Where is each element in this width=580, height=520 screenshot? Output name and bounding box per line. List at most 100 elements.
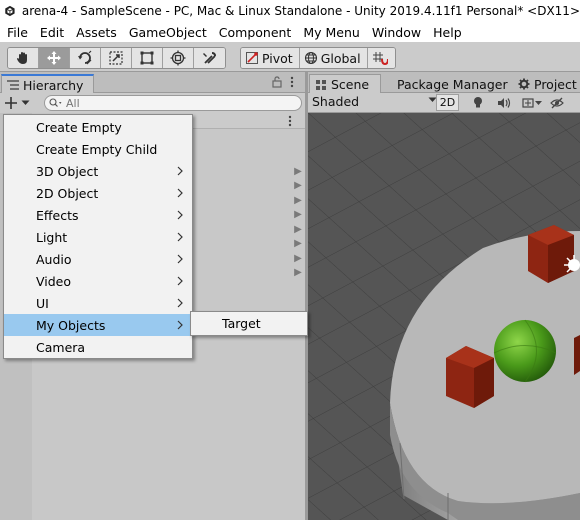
speaker-icon — [498, 97, 511, 108]
custom-tool-button[interactable] — [194, 48, 225, 68]
menu-my-menu[interactable]: My Menu — [297, 25, 365, 40]
2d-mode-label: 2D — [439, 96, 456, 109]
rect-tool-icon — [140, 51, 154, 65]
chevron-right-icon — [177, 210, 183, 220]
player-sphere — [494, 320, 556, 382]
menu-item-label: Create Empty Child — [36, 141, 158, 157]
menu-edit[interactable]: Edit — [34, 25, 70, 40]
menu-item-3d-object[interactable]: 3D Object — [4, 160, 192, 182]
visibility-toggle[interactable] — [550, 94, 564, 111]
menu-item-camera[interactable]: Camera — [4, 336, 192, 358]
menu-item-label: Video — [36, 273, 72, 289]
title-bar: arena-4 - SampleScene - PC, Mac & Linux … — [0, 0, 580, 22]
audio-toggle[interactable] — [494, 94, 514, 111]
move-tool-icon — [47, 51, 61, 65]
menu-item-label: Target — [222, 316, 261, 331]
menu-file[interactable]: File — [0, 25, 34, 40]
my-objects-submenu: Target — [190, 311, 308, 336]
menu-item-label: Camera — [36, 339, 86, 355]
scene-options-icon[interactable] — [288, 115, 292, 127]
menu-item-2d-object[interactable]: 2D Object — [4, 182, 192, 204]
menu-component[interactable]: Component — [213, 25, 298, 40]
expand-arrow-icon[interactable]: ▶ — [293, 251, 303, 266]
chevron-right-icon — [177, 188, 183, 198]
menu-help[interactable]: Help — [427, 25, 468, 40]
lighting-toggle[interactable] — [468, 94, 488, 111]
menu-item-my-objects[interactable]: My Objects — [4, 314, 192, 336]
create-dropdown-button[interactable] — [4, 95, 34, 111]
menu-item-label: My Objects — [36, 317, 106, 333]
target-cube-2 — [446, 346, 494, 408]
hand-tool-button[interactable] — [8, 48, 39, 68]
snap-settings-button[interactable] — [367, 48, 395, 68]
menu-item-create-empty[interactable]: Create Empty — [4, 116, 192, 138]
effects-dropdown[interactable] — [520, 94, 544, 111]
transform-tool-icon — [170, 50, 186, 66]
rect-tool-button[interactable] — [132, 48, 163, 68]
tab-package-manager[interactable]: Package Manager — [388, 74, 516, 94]
menu-item-label: Create Empty — [36, 119, 122, 135]
menu-item-light[interactable]: Light — [4, 226, 192, 248]
effects-icon — [522, 97, 542, 108]
package-manager-tab-label: Package Manager — [397, 76, 508, 92]
shading-mode-dropdown[interactable]: Shaded — [312, 94, 359, 109]
scene-toolbar: Shaded 2D — [308, 93, 580, 113]
chevron-right-icon — [177, 298, 183, 308]
hierarchy-options-icon[interactable] — [290, 76, 294, 88]
lock-icon[interactable] — [272, 76, 282, 88]
chevron-right-icon — [177, 232, 183, 242]
menu-window[interactable]: Window — [366, 25, 427, 40]
expand-arrow-icon[interactable]: ▶ — [293, 208, 303, 223]
menu-item-label: Light — [36, 229, 68, 245]
chevron-down-icon — [21, 100, 30, 105]
menu-item-effects[interactable]: Effects — [4, 204, 192, 226]
expand-arrow-icon[interactable]: ▶ — [293, 193, 303, 208]
expand-arrow-icon[interactable]: ▶ — [293, 237, 303, 252]
hierarchy-search-field[interactable] — [44, 95, 302, 111]
expand-arrow-icon[interactable]: ▶ — [293, 266, 303, 281]
scene-tab-label: Scene — [331, 77, 370, 92]
menu-gameobject[interactable]: GameObject — [123, 25, 213, 40]
menu-item-ui[interactable]: UI — [4, 292, 192, 314]
scale-tool-icon — [109, 51, 123, 65]
hierarchy-list-icon — [7, 80, 19, 90]
scene-viewport[interactable] — [308, 113, 580, 520]
menu-assets[interactable]: Assets — [70, 25, 123, 40]
rotate-tool-button[interactable] — [70, 48, 101, 68]
chevron-right-icon — [177, 320, 183, 330]
target-cube-3 — [574, 335, 580, 375]
tab-hierarchy[interactable]: Hierarchy — [1, 74, 94, 94]
transform-tools — [7, 47, 226, 69]
pivot-icon — [246, 52, 258, 64]
hierarchy-tab-label: Hierarchy — [23, 77, 84, 93]
menu-item-video[interactable]: Video — [4, 270, 192, 292]
global-toggle-button[interactable]: Global — [299, 48, 368, 68]
tab-project-settings[interactable]: Project S — [513, 74, 580, 94]
expand-arrow-icon[interactable]: ▶ — [293, 179, 303, 194]
unity-logo-icon — [5, 5, 15, 17]
hierarchy-search-input[interactable] — [66, 96, 266, 110]
move-tool-button[interactable] — [39, 48, 70, 68]
menu-item-audio[interactable]: Audio — [4, 248, 192, 270]
menu-item-label: Audio — [36, 251, 72, 267]
scale-tool-button[interactable] — [101, 48, 132, 68]
scene-tab-bar: Scene Package Manager Project S — [308, 72, 580, 94]
project-settings-tab-label: Project S — [534, 76, 580, 92]
pivot-label: Pivot — [262, 50, 293, 66]
main-toolbar: Pivot Global — [0, 42, 580, 72]
handle-toggles: Pivot Global — [240, 47, 396, 69]
chevron-right-icon — [177, 254, 183, 264]
expand-arrow-icon[interactable]: ▶ — [293, 222, 303, 237]
expand-arrow-icon[interactable]: ▶ — [293, 164, 303, 179]
transform-tool-button[interactable] — [163, 48, 194, 68]
pivot-toggle-button[interactable]: Pivot — [241, 48, 300, 68]
hierarchy-search-row — [0, 93, 305, 113]
hierarchy-tab-bar: Hierarchy — [0, 72, 305, 94]
plus-icon — [5, 97, 17, 109]
menu-item-create-empty-child[interactable]: Create Empty Child — [4, 138, 192, 160]
tab-scene[interactable]: Scene — [309, 74, 381, 94]
menu-item-target[interactable]: Target — [191, 312, 307, 335]
scene-icon — [316, 79, 326, 90]
menu-item-label: 3D Object — [36, 163, 99, 179]
2d-mode-toggle[interactable]: 2D — [436, 94, 459, 111]
